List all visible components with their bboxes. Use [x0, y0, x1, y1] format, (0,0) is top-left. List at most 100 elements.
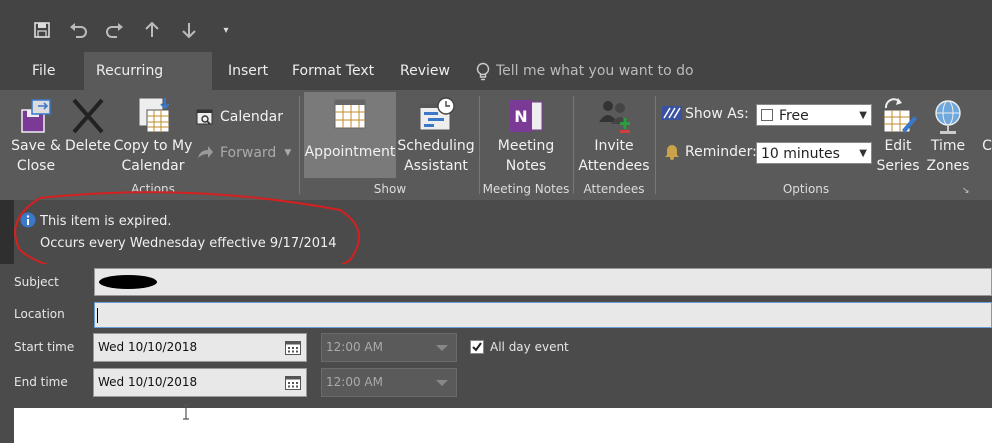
text-cursor: [97, 308, 98, 323]
onenote-icon: N: [506, 96, 546, 136]
ibeam-cursor-icon: [182, 404, 190, 420]
start-date-value: Wed 10/10/2018: [98, 340, 198, 354]
save-close-icon: [16, 96, 56, 136]
globe-icon: [928, 96, 968, 136]
invite-label-2: Attendees: [578, 158, 650, 174]
save-close-label-1: Save &: [11, 138, 61, 154]
copy-label-2: Calendar: [121, 158, 185, 174]
all-day-label: All day event: [490, 340, 569, 354]
free-swatch: [761, 109, 773, 121]
end-date-value: Wed 10/10/2018: [98, 375, 198, 389]
down-arrow-icon[interactable]: [175, 16, 203, 44]
checkmark-icon: [472, 342, 482, 352]
reminder-dropdown[interactable]: 10 minutes ▼: [756, 142, 872, 164]
end-time-label: End time: [14, 375, 68, 389]
calendar-icon[interactable]: [285, 376, 301, 390]
scheduling-icon: [416, 96, 456, 136]
bell-icon: [664, 142, 682, 160]
show-as-dropdown[interactable]: Free ▼: [756, 104, 872, 126]
lightbulb-icon: [476, 62, 494, 82]
scheduling-label-1: Scheduling: [397, 138, 475, 154]
ribbon: Save & Close Delete Copy to My Calendar …: [0, 90, 992, 200]
tab-file[interactable]: File: [20, 52, 67, 90]
separator: [299, 96, 300, 194]
delete-button[interactable]: Delete: [64, 94, 112, 180]
calendar-search-icon: [196, 108, 216, 126]
subject-field[interactable]: [94, 268, 992, 296]
appointment-icon: [333, 98, 367, 130]
all-day-checkbox[interactable]: [470, 340, 484, 354]
tab-recurring-event[interactable]: Recurring Event: [84, 52, 212, 117]
separator: [573, 96, 574, 194]
tab-review[interactable]: Review: [388, 52, 462, 90]
copy-label-1: Copy to My: [113, 138, 193, 154]
calendar-label: Calendar: [220, 109, 283, 125]
invite-label-1: Invite: [594, 138, 634, 154]
show-as-value: Free: [779, 108, 809, 124]
chevron-down-icon: [436, 345, 448, 351]
end-date-field[interactable]: Wed 10/10/2018: [93, 368, 307, 397]
save-close-label-2: Close: [16, 158, 56, 174]
scheduling-assistant-button[interactable]: Scheduling Assistant: [396, 94, 476, 180]
time-zones-label-2: Zones: [926, 158, 970, 174]
people-add-icon: [594, 96, 634, 136]
appointment-button[interactable]: Appointment: [304, 92, 396, 178]
attendees-group-label: Attendees: [583, 182, 645, 196]
start-date-field[interactable]: Wed 10/10/2018: [93, 333, 307, 362]
quick-access-toolbar: ▾: [0, 0, 992, 52]
svg-text:N: N: [514, 107, 527, 126]
meeting-notes-button[interactable]: N Meeting Notes: [484, 94, 568, 180]
save-close-button[interactable]: Save & Close: [8, 94, 64, 180]
customize-icon[interactable]: ▾: [212, 16, 240, 44]
time-zones-label-1: Time: [930, 138, 966, 154]
reminder-label: Reminder:: [685, 144, 757, 160]
show-as-label: Show As:: [685, 106, 749, 122]
edit-series-label-2: Series: [876, 158, 920, 174]
dialog-launcher-icon[interactable]: ↘: [962, 186, 970, 196]
forward-button[interactable]: Forward ▼: [196, 142, 294, 164]
delete-icon: [68, 96, 108, 136]
start-time-value: 12:00 AM: [326, 340, 383, 354]
location-label: Location: [14, 307, 65, 321]
save-icon[interactable]: [28, 16, 56, 44]
show-as-icon: [662, 106, 682, 122]
redaction-mark: [99, 275, 157, 289]
tell-me-search[interactable]: Tell me what you want to do: [496, 63, 694, 79]
end-time-value: 12:00 AM: [326, 375, 383, 389]
undo-icon[interactable]: [64, 16, 92, 44]
up-arrow-icon[interactable]: [138, 16, 166, 44]
delete-label: Delete: [65, 138, 111, 154]
meeting-notes-label-2: Notes: [505, 158, 547, 174]
reminder-value: 10 minutes: [761, 146, 840, 162]
edit-series-icon: [878, 96, 918, 136]
forward-icon: [196, 144, 216, 162]
invite-attendees-button[interactable]: Invite Attendees: [576, 94, 652, 180]
chevron-down-icon: [436, 380, 448, 386]
notes-body[interactable]: [14, 404, 992, 443]
calendar-icon[interactable]: [285, 341, 301, 355]
copy-calendar-icon: [131, 96, 175, 136]
edit-series-label-1: Edit: [884, 138, 912, 154]
cut-off-ribbon-item[interactable]: C: [982, 136, 992, 156]
tab-format-text[interactable]: Format Text: [280, 52, 386, 90]
redo-icon[interactable]: [101, 16, 129, 44]
location-field[interactable]: [94, 302, 992, 328]
forward-dropdown-icon: ▼: [284, 148, 292, 158]
calendar-button[interactable]: Calendar: [196, 106, 286, 128]
meeting-notes-label-1: Meeting: [497, 138, 555, 154]
ribbon-tabs: File Recurring Event Insert Format Text …: [0, 52, 992, 117]
time-zones-button[interactable]: Time Zones: [924, 94, 972, 180]
edit-series-button[interactable]: Edit Series: [874, 94, 922, 180]
tab-insert[interactable]: Insert: [216, 52, 280, 90]
scheduling-label-2: Assistant: [404, 158, 468, 174]
start-time-label: Start time: [14, 340, 75, 354]
start-time-dropdown[interactable]: 12:00 AM: [321, 333, 457, 362]
end-time-dropdown[interactable]: 12:00 AM: [321, 368, 457, 397]
chevron-down-icon: ▼: [859, 148, 867, 159]
forward-label: Forward: [220, 145, 277, 161]
options-group-label: Options: [782, 182, 830, 196]
subject-label: Subject: [14, 275, 59, 289]
separator: [479, 96, 480, 194]
copy-to-my-calendar-button[interactable]: Copy to My Calendar: [112, 94, 194, 180]
meeting-notes-group-label: Meeting Notes: [482, 182, 570, 196]
